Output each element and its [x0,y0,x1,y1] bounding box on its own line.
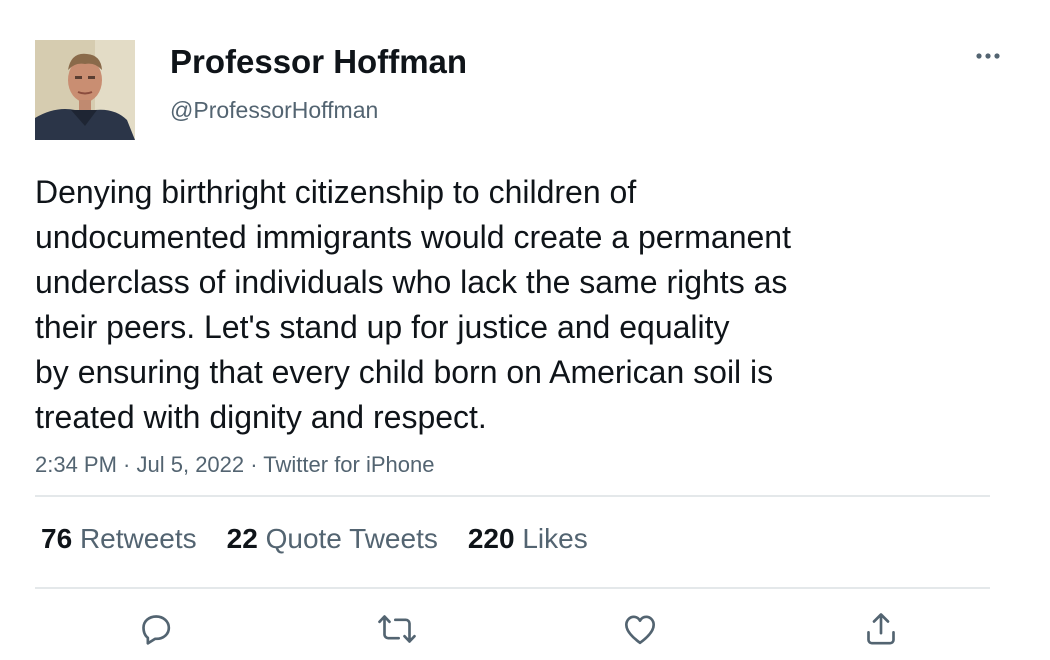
retweets-label: Retweets [79,523,197,554]
like-button[interactable] [616,605,664,653]
retweet-button[interactable] [373,605,421,653]
more-button[interactable] [968,42,1010,70]
quote-tweets-label: Quote Tweets [265,523,438,554]
action-bar [35,605,990,655]
tweet-stats: 76 Retweets 22 Quote Tweets 220 Likes [41,522,618,556]
reply-icon [142,615,171,645]
avatar[interactable] [35,40,135,140]
tweet-text-line: undocumented immigrants would create a p… [35,219,791,255]
share-button[interactable] [857,605,905,653]
avatar-photo [35,40,135,140]
more-horizontal-icon [976,53,1000,59]
user-handle[interactable]: @ProfessorHoffman [170,96,378,124]
tweet-text-line: by ensuring that every child born on Ame… [35,354,774,390]
likes-stat[interactable]: 220 Likes [468,522,588,556]
tweet-text-line: their peers. Let's stand up for justice … [35,309,730,345]
tweet-text-line: treated with dignity and respect. [35,399,487,435]
retweets-stat[interactable]: 76 Retweets [41,522,197,556]
likes-count: 220 [467,523,515,554]
retweet-icon [378,615,416,643]
quote-tweets-count: 22 [226,523,258,554]
reply-button[interactable] [132,605,180,653]
retweets-count: 76 [41,523,73,554]
tweet-source[interactable]: Twitter for iPhone [263,452,434,477]
likes-label: Likes [522,523,588,554]
tweet-text-line: underclass of individuals who lack the s… [35,264,788,300]
tweet-text: Denying birthright citizenship to childr… [35,170,995,440]
like-icon [625,615,655,645]
tweet-date[interactable]: Jul 5, 2022 [137,452,245,477]
meta-separator: · [244,452,264,477]
divider [35,587,990,589]
quote-tweets-stat[interactable]: 22 Quote Tweets [227,522,438,556]
divider [35,495,990,497]
share-icon [867,613,895,645]
tweet-time[interactable]: 2:34 PM [35,452,117,477]
tweet-meta: 2:34 PM · Jul 5, 2022 · Twitter for iPho… [35,451,434,479]
tweet-text-line: Denying birthright citizenship to childr… [35,174,637,210]
meta-separator: · [116,452,137,477]
display-name[interactable]: Professor Hoffman [170,42,467,82]
